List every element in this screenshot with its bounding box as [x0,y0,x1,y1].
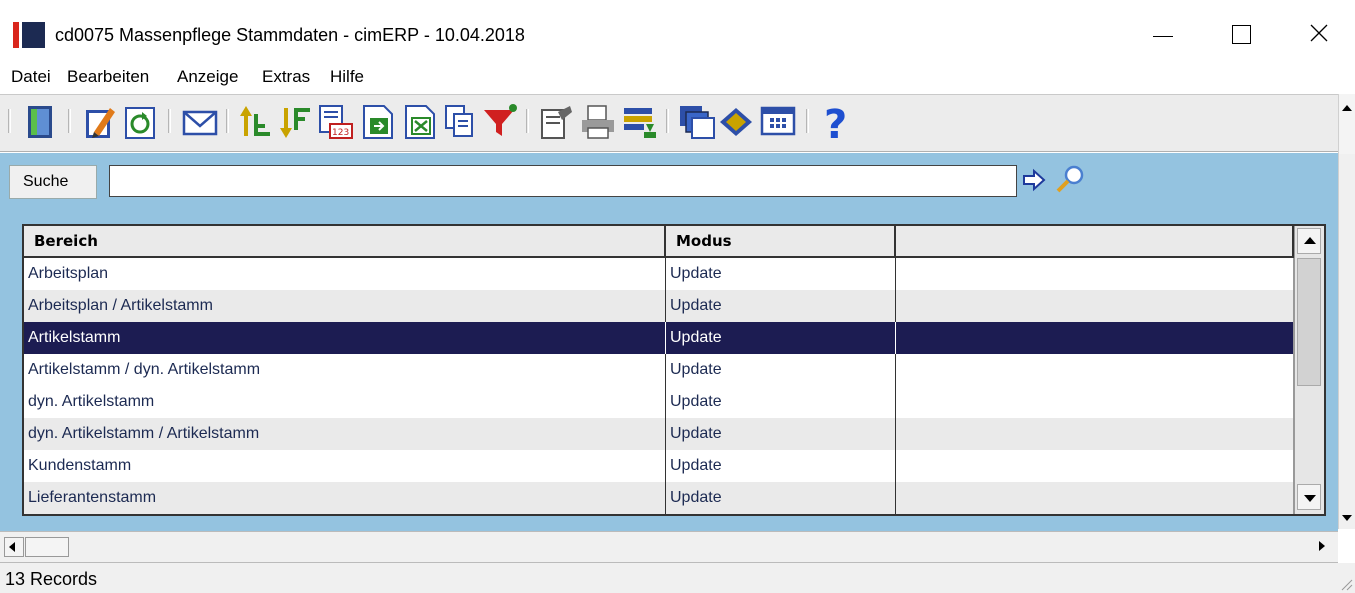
list-transfer-icon[interactable] [620,102,660,142]
excel-export-icon[interactable] [400,102,440,142]
print-icon[interactable] [578,102,618,142]
cell-empty [896,290,1294,322]
grid-header: Bereich Modus [24,226,1294,258]
cell-modus: Update [666,418,896,450]
cell-modus: Update [666,450,896,482]
table-row[interactable]: Arbeitsplan Update [24,258,1294,290]
horizontal-scroll-thumb[interactable] [25,537,69,557]
arrow-right-icon [1023,168,1046,192]
search-go-button[interactable] [1022,167,1048,193]
help-icon[interactable]: ? [816,102,856,148]
minimize-button[interactable] [1140,14,1186,52]
content-panel: Suche Bereich Modus Arbeitsplan Update A… [0,153,1338,531]
mail-icon[interactable] [180,102,220,142]
window-title: cd0075 Massenpflege Stammdaten - cimERP … [55,25,525,45]
cell-bereich: Kundenstamm [24,450,666,482]
cell-modus: Update [666,386,896,418]
table-row[interactable]: Kundenstamm Update [24,450,1294,482]
menu-datei[interactable]: Datei [11,67,51,87]
exit-icon[interactable] [20,102,60,142]
resize-grip-icon[interactable] [1339,577,1353,591]
menu-bar: Datei Bearbeiten Anzeige Extras Hilfe [0,64,1355,90]
close-icon [1310,24,1328,42]
cell-modus: Update [666,354,896,386]
toolbar: 123 ? [0,94,1338,152]
edit-icon[interactable] [80,102,120,142]
column-header-empty[interactable] [896,226,1294,256]
menu-anzeige[interactable]: Anzeige [177,67,238,87]
column-header-bereich[interactable]: Bereich [24,226,666,256]
cell-empty [896,258,1294,290]
properties-icon[interactable] [536,102,576,142]
menu-bearbeiten[interactable]: Bearbeiten [67,67,149,87]
column-header-modus[interactable]: Modus [666,226,896,256]
cell-bereich: dyn. Artikelstamm / Artikelstamm [24,418,666,450]
grid-scroll-thumb[interactable] [1297,258,1321,386]
svg-text:?: ? [824,102,847,142]
copy-icon[interactable] [440,102,480,142]
table-row[interactable]: dyn. Artikelstamm Update [24,386,1294,418]
cell-empty [896,450,1294,482]
search-label: Suche [9,165,97,199]
table-row[interactable]: dyn. Artikelstamm / Artikelstamm Update [24,418,1294,450]
table-row[interactable]: Lieferantenstamm Update [24,482,1294,514]
cell-empty [896,418,1294,450]
data-grid: Bereich Modus Arbeitsplan Update Arbeits… [22,224,1326,516]
export-icon[interactable] [358,102,398,142]
help-book-icon[interactable] [716,102,756,142]
record-count: 13 Records [5,569,98,589]
status-bar: 13 Records [0,563,1355,593]
search-icon [1056,165,1084,193]
cell-modus: Update [666,290,896,322]
cell-bereich: dyn. Artikelstamm [24,386,666,418]
windows-icon[interactable] [676,102,716,142]
cell-empty [896,482,1294,514]
window-vertical-scrollbar[interactable] [1338,94,1355,529]
scroll-right-button[interactable] [1312,537,1332,557]
filter-icon[interactable] [480,102,520,142]
cell-empty [896,386,1294,418]
cell-bereich: Lieferantenstamm [24,482,666,514]
svg-text:123: 123 [332,128,349,138]
table-row[interactable]: Artikelstamm / dyn. Artikelstamm Update [24,354,1294,386]
sort-ascending-icon[interactable] [236,102,276,142]
grid-body: Arbeitsplan Update Arbeitsplan / Artikel… [24,258,1294,514]
refresh-icon[interactable] [120,102,160,142]
cell-empty [896,322,1294,354]
scroll-down-button[interactable] [1339,509,1355,529]
grid-scroll-up-button[interactable] [1297,228,1321,254]
menu-extras[interactable]: Extras [262,67,310,87]
cell-modus: Update [666,258,896,290]
scroll-up-button[interactable] [1339,94,1355,154]
search-input[interactable] [109,165,1017,197]
app-icon [13,22,45,48]
cell-bereich: Artikelstamm [24,322,666,354]
cell-bereich: Arbeitsplan / Artikelstamm [24,290,666,322]
menu-hilfe[interactable]: Hilfe [330,67,364,87]
cell-bereich: Arbeitsplan [24,258,666,290]
search-button[interactable] [1054,164,1088,194]
scroll-left-button[interactable] [4,537,24,557]
number-format-icon[interactable]: 123 [316,102,356,142]
cell-modus: Update [666,322,896,354]
cell-modus: Update [666,482,896,514]
table-row[interactable]: Arbeitsplan / Artikelstamm Update [24,290,1294,322]
close-button[interactable] [1296,14,1342,52]
title-bar: cd0075 Massenpflege Stammdaten - cimERP … [0,0,1355,64]
table-row-selected[interactable]: Artikelstamm Update [24,322,1294,354]
horizontal-scrollbar[interactable] [0,531,1338,563]
grid-vertical-scrollbar[interactable] [1294,226,1324,514]
cell-bereich: Artikelstamm / dyn. Artikelstamm [24,354,666,386]
cell-empty [896,354,1294,386]
grid-layout-icon[interactable] [758,102,798,142]
maximize-button[interactable] [1218,14,1264,52]
grid-scroll-down-button[interactable] [1297,484,1321,510]
sort-descending-icon[interactable] [276,102,316,142]
